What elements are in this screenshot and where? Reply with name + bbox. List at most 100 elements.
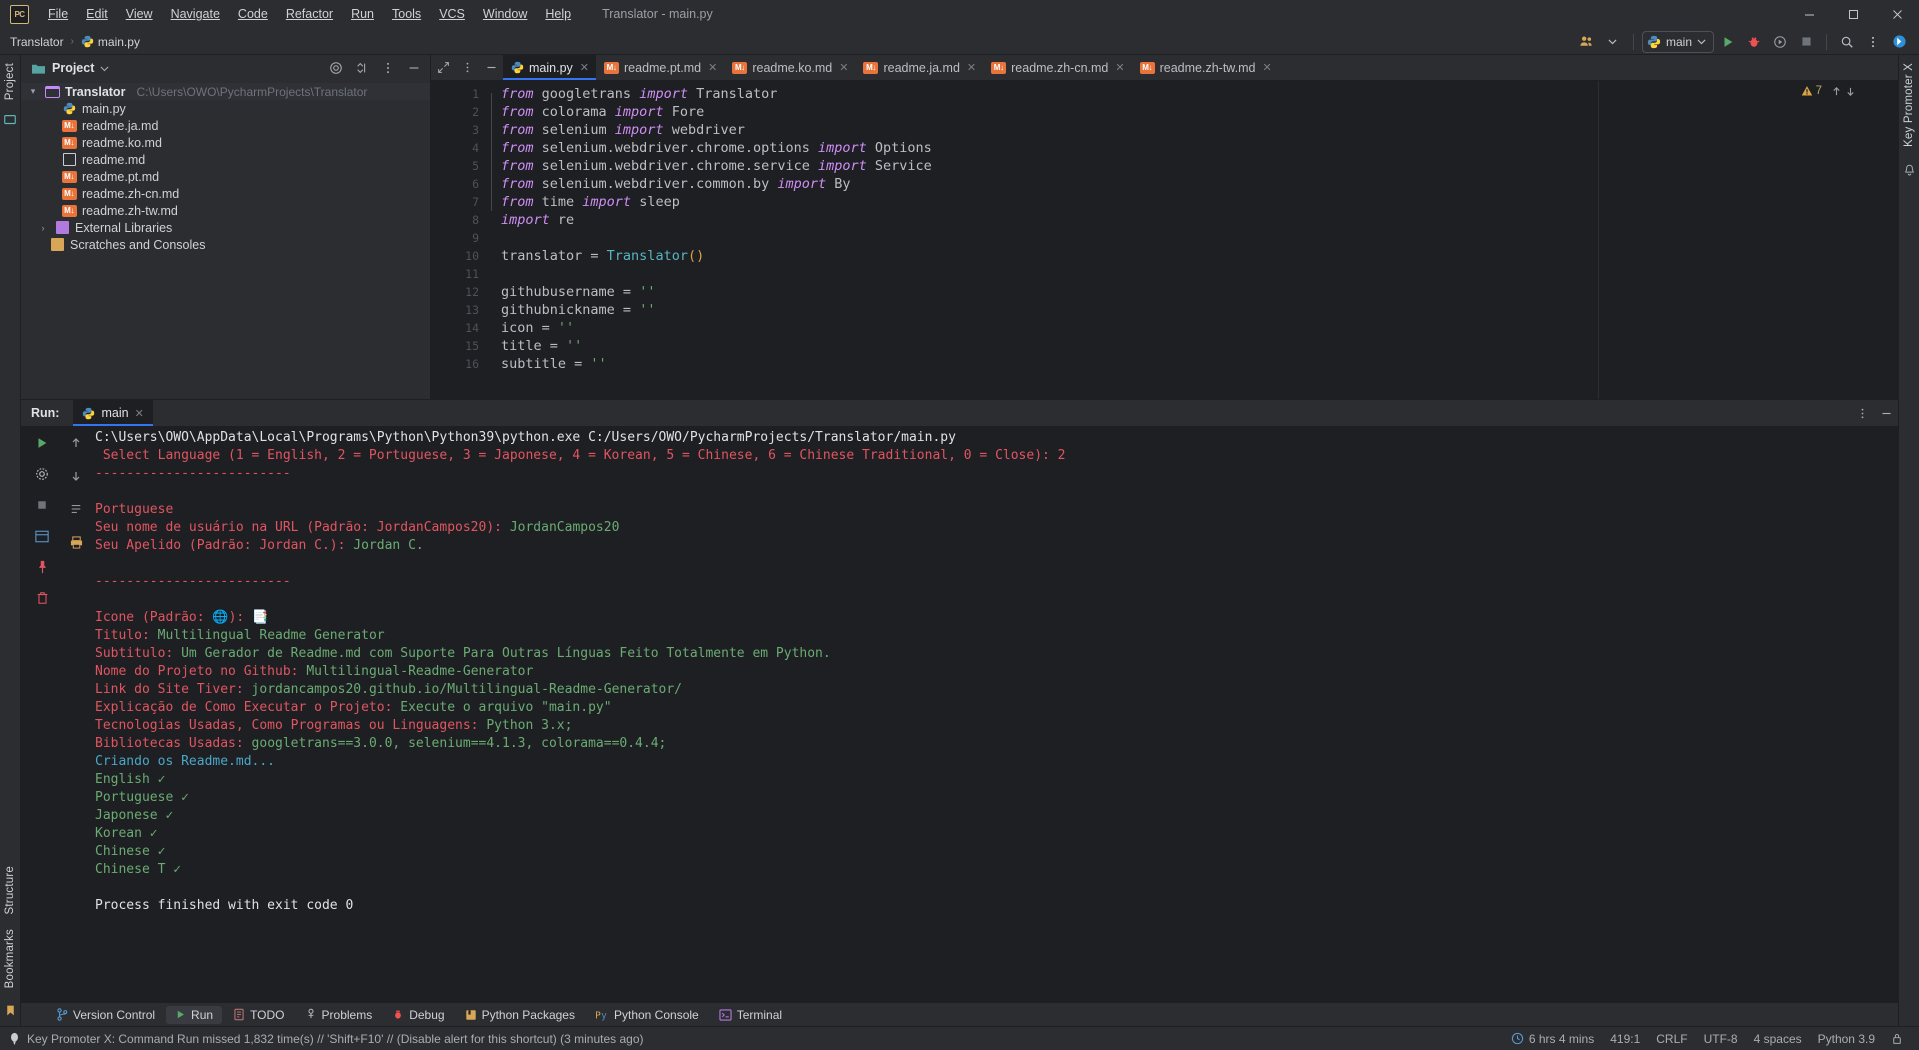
editor-inspection-rail[interactable] — [1584, 81, 1598, 399]
notifications-icon[interactable] — [1901, 163, 1917, 179]
editor-tab-close-icon[interactable]: ✕ — [1115, 61, 1124, 74]
settings-icon[interactable] — [31, 463, 53, 485]
bottom-window-python-packages[interactable]: Python Packages — [456, 1006, 584, 1024]
bottom-window-python-console[interactable]: Py Python Console — [586, 1006, 708, 1024]
menu-tools[interactable]: Tools — [383, 3, 430, 25]
editor-more-icon[interactable] — [455, 55, 479, 80]
scroll-up-icon[interactable] — [65, 432, 87, 454]
run-hide-icon[interactable] — [1874, 402, 1898, 424]
prev-problem-icon[interactable] — [1831, 86, 1842, 97]
menu-help[interactable]: Help — [536, 3, 580, 25]
editor-gutter[interactable]: 1 2 3 4 5 6 7 8 9 10 11 12 13 14 15 16 — [431, 81, 492, 399]
tree-node-readme[interactable]: readme.md — [21, 151, 430, 168]
more-icon[interactable] — [378, 58, 398, 78]
editor-tab-close-icon[interactable]: ✕ — [580, 61, 589, 74]
tree-node-readme-zh-tw[interactable]: M↓ readme.zh-tw.md — [21, 202, 430, 219]
trash-icon[interactable] — [31, 587, 53, 609]
status-caret-position[interactable]: 419:1 — [1602, 1030, 1648, 1048]
pin-icon[interactable] — [31, 556, 53, 578]
menu-run[interactable]: Run — [342, 3, 383, 25]
expand-editor-icon[interactable] — [431, 55, 455, 80]
strip-button-bookmarks[interactable]: Bookmarks — [4, 929, 16, 988]
rerun-icon[interactable] — [31, 432, 53, 454]
breadcrumb-item-file[interactable]: main.py — [98, 35, 140, 49]
users-icon[interactable] — [1575, 31, 1599, 53]
collapse-all-icon[interactable] — [352, 58, 372, 78]
minimize-button[interactable] — [1787, 0, 1831, 28]
editor-tab-readme-ja[interactable]: M↓ readme.ja.md ✕ — [855, 55, 983, 80]
editor-tab-readme-zh-cn[interactable]: M↓ readme.zh-cn.md ✕ — [983, 55, 1131, 80]
stop-button[interactable] — [1794, 31, 1818, 53]
tree-node-main-py[interactable]: main.py — [21, 100, 430, 117]
bookmark-icon[interactable] — [2, 1002, 18, 1018]
menu-vcs[interactable]: VCS — [430, 3, 474, 25]
run-more-icon[interactable] — [1850, 402, 1874, 424]
code-text[interactable]: from googletrans import Translator from c… — [487, 81, 1584, 399]
strip-button-key-promoter[interactable]: Key Promoter X — [1903, 63, 1915, 147]
editor-tab-close-icon[interactable]: ✕ — [1262, 61, 1271, 74]
editor-tab-readme-zh-tw[interactable]: M↓ readme.zh-tw.md ✕ — [1132, 55, 1279, 80]
status-line-separator[interactable]: CRLF — [1648, 1030, 1695, 1048]
scroll-down-icon[interactable] — [65, 465, 87, 487]
more-options-icon[interactable] — [1861, 31, 1885, 53]
menu-window[interactable]: Window — [474, 3, 536, 25]
tree-node-external-libraries[interactable]: › External Libraries — [21, 219, 430, 236]
status-message[interactable]: Key Promoter X: Command Run missed 1,832… — [8, 1032, 643, 1046]
coverage-button[interactable] — [1768, 31, 1792, 53]
bottom-window-problems[interactable]: Problems — [296, 1006, 382, 1024]
editor-tab-close-icon[interactable]: ✕ — [967, 61, 976, 74]
maximize-button[interactable] — [1831, 0, 1875, 28]
chevron-down-icon[interactable] — [1601, 31, 1625, 53]
settings-target-icon[interactable] — [326, 58, 346, 78]
tree-node-readme-pt[interactable]: M↓ readme.pt.md — [21, 168, 430, 185]
run-button[interactable] — [1716, 31, 1740, 53]
menu-file[interactable]: File — [39, 3, 77, 25]
console-output[interactable]: C:\Users\OWO\AppData\Local\Programs\Pyth… — [89, 426, 1898, 1002]
tree-node-translator[interactable]: ▾ Translator C:\Users\OWO\PycharmProject… — [21, 83, 430, 100]
editor-tab-close-icon[interactable]: ✕ — [708, 61, 717, 74]
editor-hide-icon[interactable] — [479, 55, 503, 80]
bottom-window-run[interactable]: Run — [166, 1005, 223, 1024]
ai-assistant-icon[interactable] — [1887, 31, 1911, 53]
status-lock-icon[interactable] — [1883, 1030, 1911, 1047]
commit-icon[interactable] — [2, 112, 18, 128]
status-time-tracker[interactable]: 6 hrs 4 mins — [1503, 1030, 1602, 1048]
inspection-warning-badge[interactable]: 7 — [1801, 85, 1856, 97]
print-icon[interactable] — [65, 531, 87, 553]
run-configuration-selector[interactable]: main — [1641, 30, 1714, 53]
expand-arrow-icon[interactable]: › — [37, 223, 49, 233]
strip-button-structure[interactable]: Structure — [4, 866, 16, 914]
bottom-window-version-control[interactable]: Version Control — [47, 1006, 164, 1024]
tree-node-readme-zh-cn[interactable]: M↓ readme.zh-cn.md — [21, 185, 430, 202]
status-interpreter[interactable]: Python 3.9 — [1810, 1030, 1883, 1048]
editor-tab-readme-pt[interactable]: M↓ readme.pt.md ✕ — [596, 55, 724, 80]
code-editor[interactable]: 1 2 3 4 5 6 7 8 9 10 11 12 13 14 15 16 f… — [431, 81, 1898, 399]
close-button[interactable] — [1875, 0, 1919, 28]
editor-tab-readme-ko[interactable]: M↓ readme.ko.md ✕ — [724, 55, 855, 80]
run-tab-main[interactable]: main ✕ — [73, 400, 154, 426]
bottom-window-terminal[interactable]: Terminal — [710, 1006, 791, 1024]
tree-node-readme-ko[interactable]: M↓ readme.ko.md — [21, 134, 430, 151]
menu-code[interactable]: Code — [229, 3, 277, 25]
bottom-window-debug[interactable]: Debug — [383, 1006, 453, 1024]
editor-tab-close-icon[interactable]: ✕ — [839, 61, 848, 74]
bottom-window-todo[interactable]: TODO — [224, 1006, 293, 1024]
menu-navigate[interactable]: Navigate — [162, 3, 229, 25]
breadcrumb-item-project[interactable]: Translator — [10, 35, 64, 49]
expand-arrow-icon[interactable]: ▾ — [27, 86, 39, 97]
strip-button-project[interactable]: Project — [4, 63, 16, 100]
editor-tab-main-py[interactable]: main.py ✕ — [503, 55, 596, 80]
chevron-down-icon[interactable] — [100, 64, 109, 73]
tree-node-readme-ja[interactable]: M↓ readme.ja.md — [21, 117, 430, 134]
debug-button[interactable] — [1742, 31, 1766, 53]
status-indent[interactable]: 4 spaces — [1746, 1030, 1810, 1048]
stop-icon[interactable] — [31, 494, 53, 516]
run-tab-close-icon[interactable]: ✕ — [135, 407, 144, 420]
tree-node-scratches[interactable]: Scratches and Consoles — [21, 236, 430, 253]
menu-view[interactable]: View — [117, 3, 162, 25]
layout-icon[interactable] — [31, 525, 53, 547]
search-everywhere-icon[interactable] — [1835, 31, 1859, 53]
menu-refactor[interactable]: Refactor — [277, 3, 342, 25]
soft-wrap-icon[interactable] — [65, 498, 87, 520]
next-problem-icon[interactable] — [1845, 86, 1856, 97]
